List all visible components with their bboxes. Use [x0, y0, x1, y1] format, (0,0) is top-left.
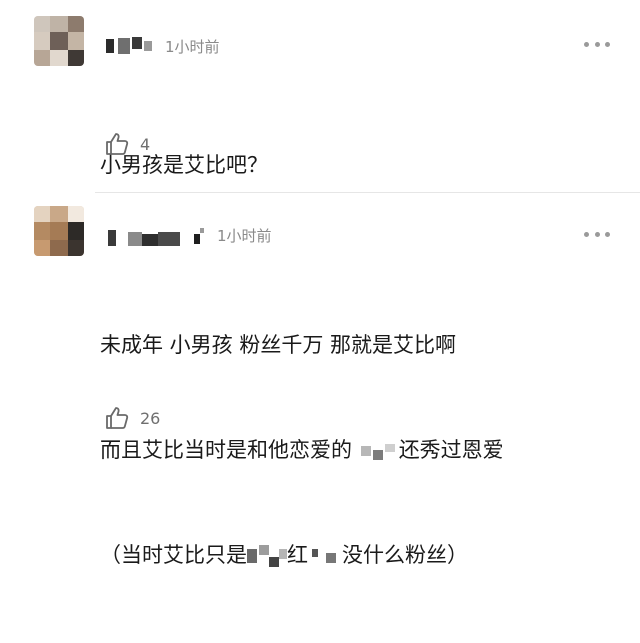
- like-count: 26: [140, 408, 161, 428]
- comment-text: 未成年 小男孩 粉丝千万 那就是艾比啊 而且艾比当时是和他恋爱的 还秀过恩爱 （…: [100, 258, 504, 643]
- comment-text-line: （当时艾比只是红没什么粉丝）: [100, 543, 468, 567]
- redacted-block: [247, 545, 287, 567]
- comment-time: 1小时前: [217, 227, 272, 245]
- comment-item: 1小时前 小男孩是艾比吧？ 4: [0, 0, 640, 192]
- more-dots-icon[interactable]: [584, 230, 610, 238]
- comment-divider: [95, 192, 640, 193]
- more-dots-icon[interactable]: [584, 40, 610, 48]
- avatar[interactable]: [34, 16, 84, 66]
- thumbs-up-icon: [106, 407, 129, 429]
- comment-time: 1小时前: [165, 38, 220, 56]
- like-count: 4: [140, 134, 151, 154]
- like-button[interactable]: 26: [104, 405, 160, 431]
- redacted-block: [308, 547, 342, 565]
- thumbs-up-icon: [106, 133, 129, 155]
- like-button[interactable]: 4: [104, 131, 150, 157]
- comment-text-line: 而且艾比当时是和他恋爱的 还秀过恩爱: [100, 438, 504, 462]
- comment-text-line: 未成年 小男孩 粉丝千万 那就是艾比啊: [100, 333, 457, 357]
- redacted-block: [359, 442, 399, 460]
- username-redacted[interactable]: [104, 228, 214, 246]
- comment-item: 1小时前 未成年 小男孩 粉丝千万 那就是艾比啊 而且艾比当时是和他恋爱的 还秀…: [0, 194, 640, 567]
- avatar[interactable]: [34, 206, 84, 256]
